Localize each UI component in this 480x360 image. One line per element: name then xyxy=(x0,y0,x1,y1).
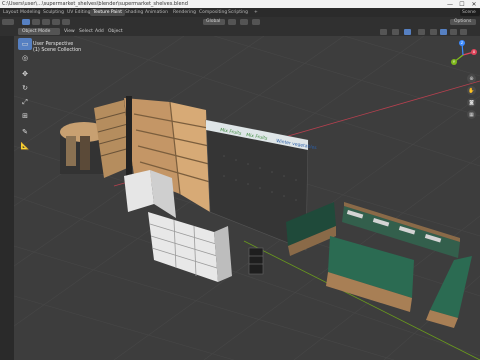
close-button[interactable]: ✕ xyxy=(468,0,480,8)
scale-icon[interactable]: ⤢ xyxy=(18,96,32,108)
tab-rendering[interactable]: Rendering xyxy=(170,9,199,16)
window-titlebar: C:\Users\user\...\supermarket_shelves\bl… xyxy=(0,0,480,8)
gizmo-y[interactable]: Y xyxy=(451,59,457,65)
shading-wireframe-button[interactable] xyxy=(430,29,437,35)
menu-select[interactable]: Select xyxy=(79,28,93,35)
camera-icon[interactable]: ◙ xyxy=(467,98,476,107)
shading-material-button[interactable] xyxy=(450,29,457,35)
maximize-button[interactable]: ☐ xyxy=(456,0,468,8)
grid-icon[interactable]: ▦ xyxy=(467,110,476,119)
gizmo-z[interactable]: Z xyxy=(459,40,465,46)
proportional-edit-button[interactable] xyxy=(252,19,260,25)
collection-label: (1) Scene Collection xyxy=(33,47,81,53)
window-title: C:\Users\user\...\supermarket_shelves\bl… xyxy=(2,1,188,7)
perspective-label: User Perspective xyxy=(33,41,73,47)
xray-toggle-button[interactable] xyxy=(418,29,425,35)
transform-orientation-dropdown[interactable]: Global xyxy=(203,19,225,25)
editor-type-button[interactable] xyxy=(2,19,14,25)
tab-texture-paint[interactable]: Texture Paint xyxy=(90,9,126,16)
select-extend-button[interactable] xyxy=(32,19,40,25)
move-icon[interactable]: ✥ xyxy=(18,68,32,80)
workspace-bar: Layout Modeling Sculpting UV Editing Tex… xyxy=(0,8,480,17)
view-object-types-button[interactable] xyxy=(380,29,387,35)
menu-view[interactable]: View xyxy=(64,28,75,35)
navigation-gizmo[interactable]: X Y Z xyxy=(448,40,478,70)
gizmo-x[interactable]: X xyxy=(471,49,477,55)
pivot-point-button[interactable] xyxy=(228,19,236,25)
select-intersect-button[interactable] xyxy=(62,19,70,25)
viewport-canvas[interactable]: Mix Fruits Mix Fruits Winter vegetables xyxy=(14,36,480,360)
measure-icon[interactable]: 📐 xyxy=(18,140,32,152)
select-subtract-button[interactable] xyxy=(42,19,50,25)
zoom-icon[interactable]: ⊕ xyxy=(467,74,476,83)
add-workspace-button[interactable]: + xyxy=(251,9,261,16)
menu-add[interactable]: Add xyxy=(95,28,104,35)
shading-rendered-button[interactable] xyxy=(460,29,467,35)
overlay-toggle-button[interactable] xyxy=(404,29,411,35)
select-mode-button[interactable] xyxy=(22,19,30,25)
options-dropdown[interactable]: Options xyxy=(450,19,476,25)
annotate-icon[interactable]: ✎ xyxy=(18,126,32,138)
rotate-icon[interactable]: ↻ xyxy=(18,82,32,94)
black-wire-rack[interactable] xyxy=(248,247,264,275)
select-box-icon[interactable]: ▭ xyxy=(18,38,32,50)
editor-side-strip xyxy=(0,36,14,360)
minimize-button[interactable]: — xyxy=(444,0,456,8)
gizmo-toggle-button[interactable] xyxy=(392,29,399,35)
transform-icon[interactable]: ⊞ xyxy=(18,110,32,122)
select-invert-button[interactable] xyxy=(52,19,60,25)
shading-solid-button[interactable] xyxy=(440,29,447,35)
hand-icon[interactable]: ✋ xyxy=(467,86,476,95)
tab-sculpting[interactable]: Sculpting xyxy=(40,9,67,16)
tab-scripting[interactable]: Scripting xyxy=(225,9,251,16)
cursor-icon[interactable]: ◎ xyxy=(18,52,32,64)
3d-viewport[interactable]: Mix Fruits Mix Fruits Winter vegetables xyxy=(14,36,480,360)
menu-object[interactable]: Object xyxy=(108,28,123,35)
mode-dropdown[interactable]: Object Mode xyxy=(18,28,60,35)
scene-selector[interactable]: Scene xyxy=(460,9,480,16)
viewport-menu-row: Object Mode View Select Add Object xyxy=(0,27,480,36)
tab-animation[interactable]: Animation xyxy=(142,9,171,16)
snap-button[interactable] xyxy=(240,19,248,25)
